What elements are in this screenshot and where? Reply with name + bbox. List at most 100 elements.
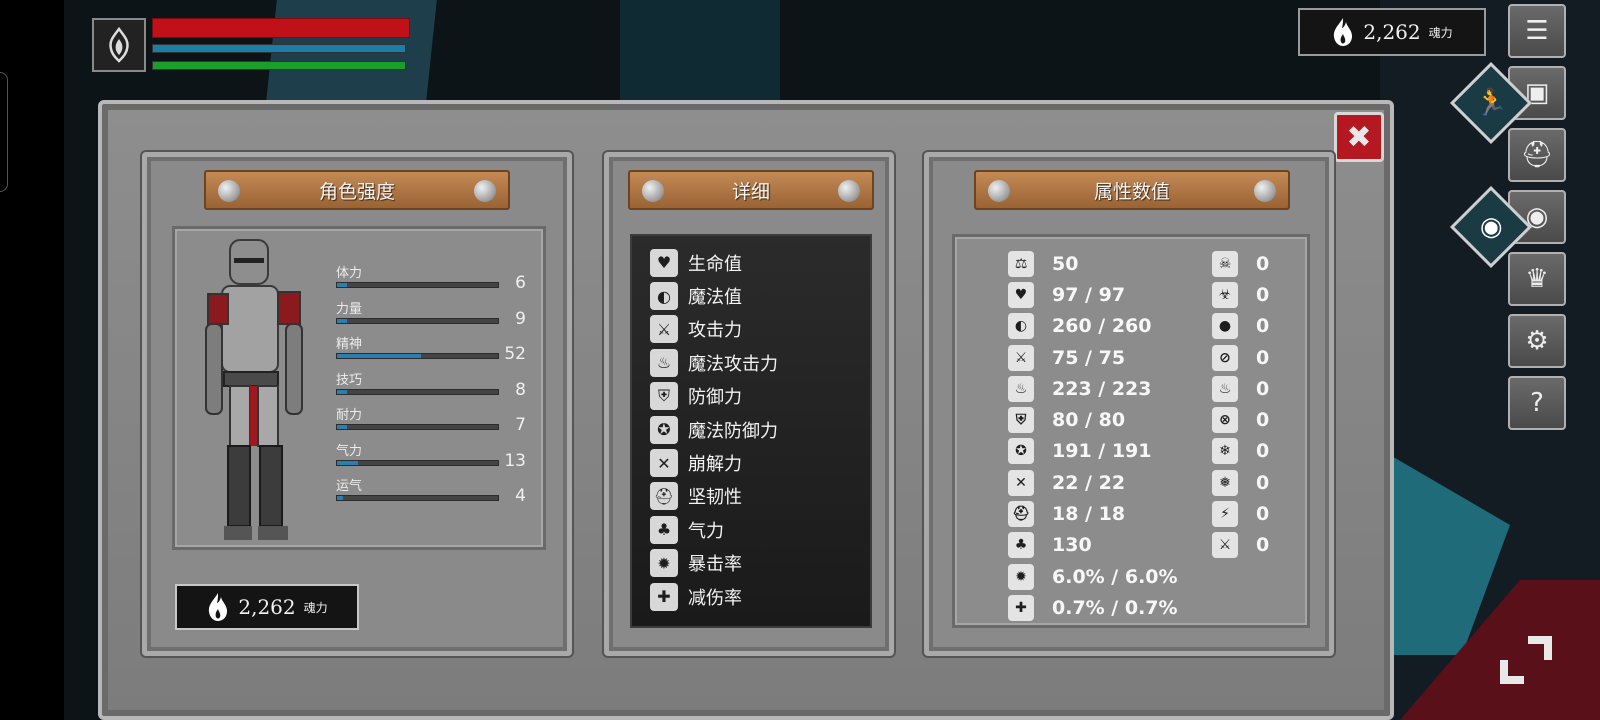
attribute-stat-row: 精神 52 bbox=[336, 333, 532, 369]
soul-counter-top: 2,262 魂力 bbox=[1298, 8, 1486, 56]
help-button[interactable]: ? bbox=[1508, 376, 1566, 430]
attribute-value-row: ⊘ 0 bbox=[1212, 342, 1269, 373]
ranking-button[interactable]: ♛ bbox=[1508, 252, 1566, 306]
attribute-value-row: ⚡ 0 bbox=[1212, 498, 1269, 529]
stat-bar-fill bbox=[337, 283, 347, 287]
attribute-value: 0 bbox=[1256, 283, 1270, 306]
close-icon: ✖ bbox=[1346, 119, 1372, 155]
break-icon: ✕ bbox=[1008, 469, 1034, 496]
stat-bar bbox=[336, 424, 499, 430]
detail-row[interactable]: ♥ 生命值 bbox=[650, 246, 870, 279]
attribute-value: 0 bbox=[1256, 503, 1270, 526]
settings-button[interactable]: ⚙ bbox=[1508, 314, 1566, 368]
detail-label: 坚韧性 bbox=[688, 487, 742, 509]
heart-icon: ♥ bbox=[1008, 281, 1034, 308]
stat-bar-fill bbox=[337, 496, 344, 500]
stat-value: 6 bbox=[515, 273, 526, 293]
detail-row[interactable]: ♣ 气力 bbox=[650, 513, 870, 546]
sword-icon: ⚔ bbox=[650, 315, 678, 344]
poison-resist-icon: ☣ bbox=[1212, 281, 1238, 308]
attribute-stat-row: 运气 4 bbox=[336, 475, 532, 511]
scene-pillar bbox=[620, 0, 780, 110]
stat-value: 8 bbox=[515, 379, 526, 400]
shield-icon: ⛨ bbox=[650, 382, 678, 411]
helmet-icon: ⛑ bbox=[1008, 501, 1034, 528]
corner-resize-icon[interactable] bbox=[1494, 630, 1558, 690]
detail-row[interactable]: ♨ 魔法攻击力 bbox=[650, 346, 870, 379]
crown-icon: ♛ bbox=[1525, 264, 1549, 294]
attribute-value-row: ⚖ 50 bbox=[1008, 248, 1178, 279]
damage-reduction-icon: ✚ bbox=[650, 582, 678, 611]
magic-shield-icon: ✪ bbox=[1008, 438, 1034, 465]
stat-bar bbox=[336, 282, 499, 288]
detail-row[interactable]: ✕ 崩解力 bbox=[650, 446, 870, 479]
stat-bar-fill bbox=[337, 460, 358, 465]
player-emblem[interactable] bbox=[92, 18, 146, 72]
lightning-icon: ⚡ bbox=[1212, 501, 1238, 528]
detail-row[interactable]: ✹ 暴击率 bbox=[650, 547, 870, 580]
detail-label: 魔法攻击力 bbox=[688, 353, 778, 375]
break-icon: ✕ bbox=[650, 449, 678, 478]
weight-icon: ⚖ bbox=[1008, 250, 1034, 277]
attribute-value: 223 / 223 bbox=[1052, 377, 1152, 400]
attribute-stat-row: 耐力 7 bbox=[336, 404, 532, 440]
attribute-value-row: ✹ 6.0% / 6.0% bbox=[1008, 561, 1178, 592]
lungs-icon: ♣ bbox=[1008, 532, 1034, 559]
bolt-icon bbox=[838, 180, 860, 202]
stat-value: 4 bbox=[515, 486, 526, 506]
attribute-value-row: ♨ 223 / 223 bbox=[1008, 373, 1178, 404]
health-bar bbox=[152, 18, 410, 38]
stat-bar bbox=[336, 388, 499, 395]
details-panel-title: 详细 bbox=[731, 180, 770, 203]
flame-crest-icon bbox=[109, 26, 129, 63]
stat-bar-fill bbox=[337, 354, 421, 358]
close-button[interactable]: ✖ bbox=[1334, 112, 1384, 162]
stamina-bar bbox=[152, 61, 406, 70]
bolt-icon bbox=[218, 180, 240, 202]
detail-row[interactable]: ✪ 魔法防御力 bbox=[650, 413, 870, 446]
menu-list-button[interactable]: ☰ bbox=[1508, 4, 1566, 58]
heart-icon: ♥ bbox=[650, 248, 678, 277]
detail-row[interactable]: ⛨ 防御力 bbox=[650, 380, 870, 413]
detail-label: 暴击率 bbox=[688, 554, 742, 576]
bolt-icon bbox=[474, 180, 496, 202]
mana-bar bbox=[152, 44, 406, 53]
soul-unit: 魂力 bbox=[1428, 25, 1453, 40]
detail-label: 气力 bbox=[688, 520, 724, 542]
panel-title-plank: 属性数值 bbox=[974, 170, 1290, 210]
attribute-value-row: ♨ 0 bbox=[1212, 373, 1269, 404]
attribute-value: 80 / 80 bbox=[1052, 409, 1126, 432]
damage-reduction-icon: ✚ bbox=[1008, 594, 1034, 621]
attribute-stat-row: 体力 6 bbox=[336, 262, 532, 298]
detail-row[interactable]: ✚ 减伤率 bbox=[650, 580, 870, 613]
sword-icon: ⚔ bbox=[1008, 344, 1034, 371]
attribute-value: 0 bbox=[1256, 377, 1270, 400]
attribute-value-row: ♣ 130 bbox=[1008, 530, 1178, 561]
details-list: ♥ 生命值 ◐ 魔法值 ⚔ 攻击力 ♨ 魔法攻击力 ⛨ 防御力 ✪ 魔法防御力 ✕ 崩解力 ⛑ 坚韧性 ♣ 气力 ✹… bbox=[630, 234, 872, 628]
detail-row[interactable]: ⛑ 坚韧性 bbox=[650, 480, 870, 513]
bleed-drop-icon: ● bbox=[1212, 313, 1238, 340]
attribute-value-row: ✕ 22 / 22 bbox=[1008, 467, 1178, 498]
helmet-icon: ⛑ bbox=[650, 482, 678, 511]
stat-value: 7 bbox=[515, 415, 526, 435]
stat-bar bbox=[336, 317, 499, 324]
attribute-value: 97 / 97 bbox=[1052, 283, 1126, 306]
attribute-value-row: ❄ 0 bbox=[1212, 436, 1269, 467]
attribute-value-row: ⛨ 80 / 80 bbox=[1008, 404, 1178, 435]
lungs-icon: ♣ bbox=[650, 515, 678, 544]
detail-row[interactable]: ⚔ 攻击力 bbox=[650, 313, 870, 346]
frost-icon: ❄ bbox=[1212, 438, 1238, 465]
bolt-icon bbox=[1254, 180, 1276, 202]
side-drawer-handle[interactable] bbox=[0, 72, 8, 192]
stat-label: 运气 bbox=[336, 479, 363, 494]
helmet-icon: ⛑ bbox=[1520, 140, 1554, 170]
attribute-value-row: ♥ 97 / 97 bbox=[1008, 279, 1178, 310]
stat-bar-fill bbox=[337, 425, 347, 429]
detail-row[interactable]: ◐ 魔法值 bbox=[650, 279, 870, 312]
panel-title-plank: 角色强度 bbox=[204, 170, 510, 210]
soul-unit: 魂力 bbox=[303, 600, 328, 615]
bleed-resist-icon: ⊘ bbox=[1212, 344, 1238, 371]
equipment-button[interactable]: ⛑ bbox=[1508, 128, 1566, 182]
attribute-value: 0.7% / 0.7% bbox=[1052, 596, 1178, 619]
attribute-value: 0 bbox=[1256, 409, 1270, 432]
